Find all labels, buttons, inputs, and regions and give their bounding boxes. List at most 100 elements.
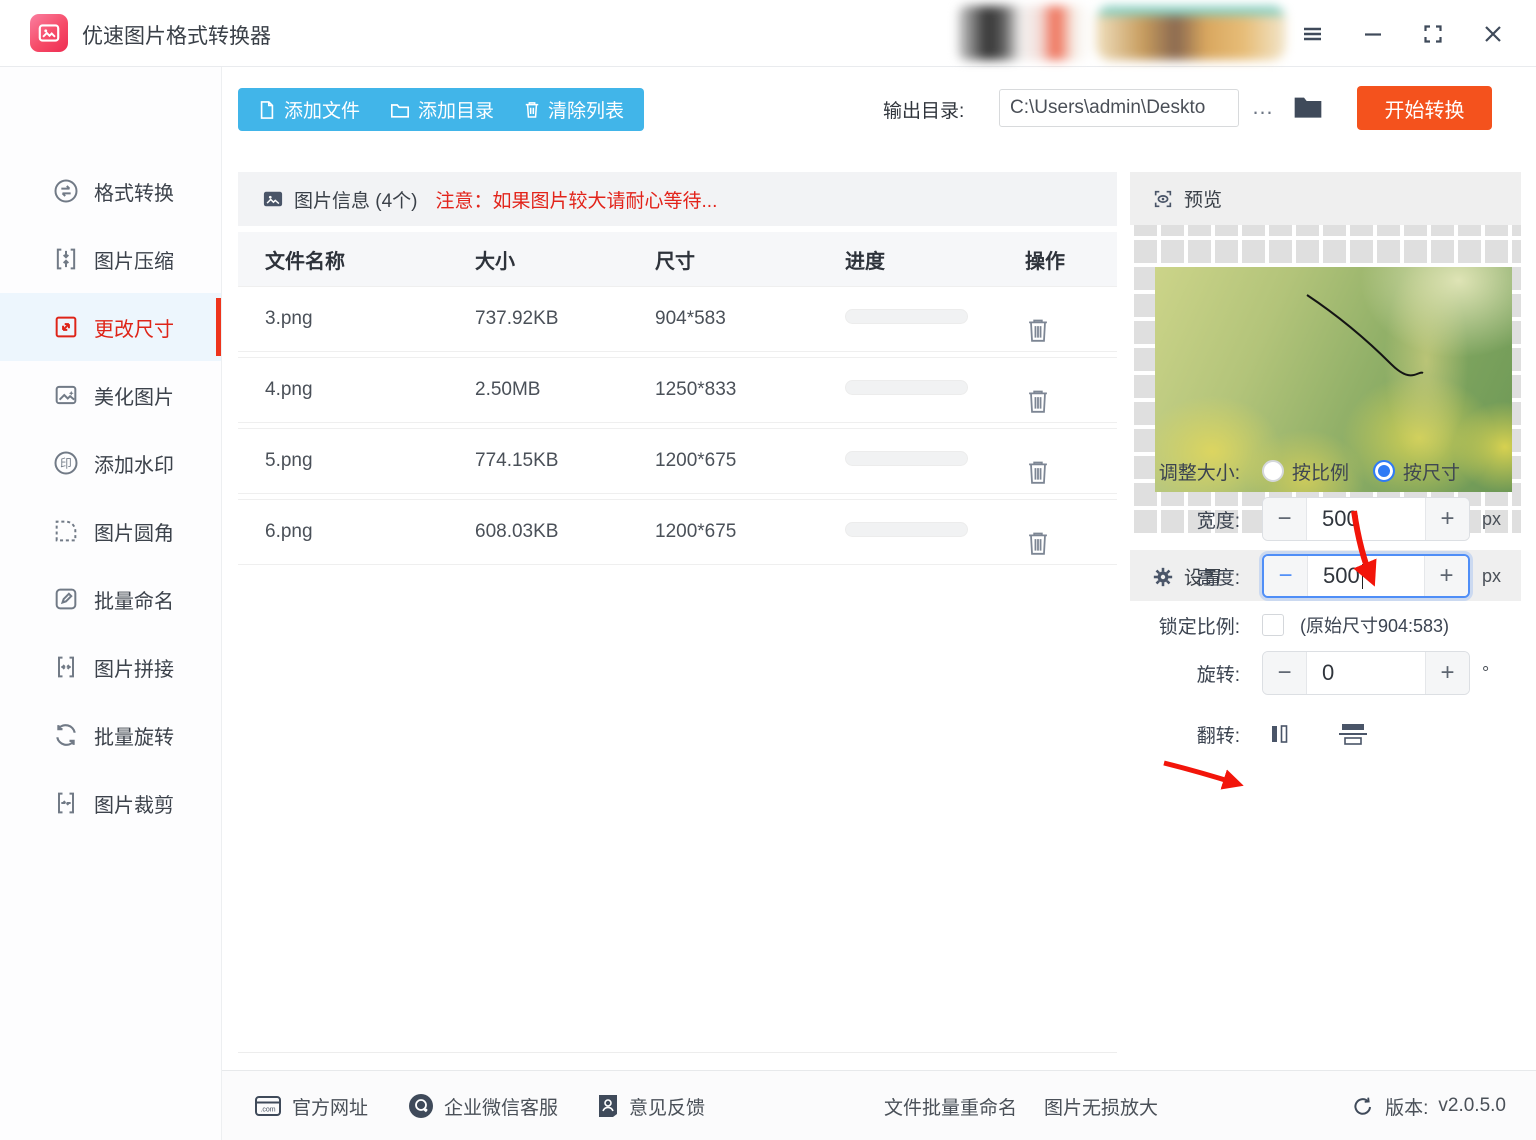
height-input[interactable]: 500: [1308, 556, 1424, 596]
sidebar: 格式转换 图片压缩 更改尺寸 美化图片 印 添加水印: [0, 67, 222, 1140]
preview-icon: [1152, 188, 1174, 210]
col-size: 大小: [475, 245, 655, 274]
radio-by-ratio-label[interactable]: 按比例: [1292, 458, 1349, 485]
height-increment-button[interactable]: +: [1424, 556, 1468, 596]
width-input[interactable]: 500: [1307, 498, 1425, 540]
add-directory-icon: [390, 101, 410, 119]
sidebar-item-batch-rotate[interactable]: 批量旋转: [0, 701, 221, 769]
sidebar-item-resize[interactable]: 更改尺寸: [0, 293, 221, 361]
batch-rotate-icon: [52, 721, 80, 749]
lossless-upscale-link[interactable]: 图片无损放大: [1044, 1071, 1158, 1140]
rotate-unit: °: [1482, 663, 1489, 684]
file-dimensions: 1200*675: [655, 450, 845, 472]
official-site-link[interactable]: .com 官方网址: [254, 1071, 368, 1140]
sidebar-item-rounded-corner[interactable]: 图片圆角: [0, 497, 221, 565]
check-update-icon[interactable]: [1351, 1094, 1375, 1118]
output-dir-input[interactable]: [999, 89, 1239, 127]
version-value: v2.0.5.0: [1438, 1095, 1506, 1117]
file-dimensions: 904*583: [655, 308, 845, 330]
radio-by-size-label[interactable]: 按尺寸: [1403, 458, 1460, 485]
width-increment-button[interactable]: +: [1425, 498, 1469, 540]
wechat-support-icon: [408, 1093, 434, 1119]
clear-list-button[interactable]: 清除列表: [524, 96, 624, 123]
file-actions-toolbar: 添加文件 添加目录 清除列表: [238, 88, 644, 131]
close-icon[interactable]: [1476, 18, 1510, 50]
file-name: 6.png: [265, 521, 475, 543]
flip-label: 翻转:: [1130, 721, 1240, 748]
wechat-support-link[interactable]: 企业微信客服: [408, 1071, 558, 1140]
footer-bar: .com 官方网址 企业微信客服 意见反馈 文件批量重命名 图片无损放大 版: [222, 1070, 1536, 1140]
sidebar-item-label: 图片裁剪: [94, 789, 174, 818]
lock-ratio-checkbox[interactable]: [1262, 614, 1284, 636]
flip-vertical-icon[interactable]: [1336, 719, 1370, 749]
open-folder-icon[interactable]: [1292, 92, 1324, 122]
width-row: 宽度: − 500 + px: [1130, 497, 1501, 541]
start-convert-button[interactable]: 开始转换: [1357, 86, 1492, 130]
table-notice: 注意：如果图片较大请耐心等待...: [436, 186, 718, 213]
file-table: 图片信息 (4个) 注意：如果图片较大请耐心等待... 文件名称 大小 尺寸 进…: [238, 172, 1117, 1053]
clear-list-icon: [524, 100, 540, 119]
svg-text:.com: .com: [260, 1107, 275, 1114]
feedback-link[interactable]: 意见反馈: [597, 1071, 705, 1140]
sidebar-item-merge[interactable]: 图片拼接: [0, 633, 221, 701]
image-info-icon: [262, 189, 284, 209]
sidebar-item-beautify[interactable]: 美化图片: [0, 361, 221, 429]
width-stepper: − 500 +: [1262, 497, 1470, 541]
clear-list-label: 清除列表: [548, 96, 624, 123]
maximize-icon[interactable]: [1416, 18, 1450, 50]
rotate-stepper: − 0 +: [1262, 651, 1470, 695]
version-info: 版本: v2.0.5.0: [1351, 1071, 1506, 1140]
rotate-increment-button[interactable]: +: [1425, 652, 1469, 694]
sidebar-item-label: 格式转换: [94, 177, 174, 206]
flip-horizontal-icon[interactable]: [1264, 719, 1294, 749]
minimize-icon[interactable]: [1356, 18, 1390, 50]
progress-bar: [845, 451, 968, 466]
delete-row-icon[interactable]: [1025, 529, 1117, 557]
transparency-checkerboard: [1130, 225, 1521, 537]
height-decrement-button[interactable]: −: [1264, 556, 1308, 596]
width-decrement-button[interactable]: −: [1263, 498, 1307, 540]
rotate-row: 旋转: − 0 + °: [1130, 651, 1489, 695]
title-bar: 优速图片格式转换器: [0, 0, 1536, 67]
file-size: 774.15KB: [475, 450, 655, 472]
lock-ratio-label: 锁定比例:: [1130, 612, 1240, 639]
rotate-input[interactable]: 0: [1307, 652, 1425, 694]
sidebar-item-format-convert[interactable]: 格式转换: [0, 157, 221, 225]
version-label: 版本:: [1385, 1093, 1428, 1120]
crop-icon: [52, 789, 80, 817]
app-logo-icon: [30, 14, 68, 52]
sidebar-item-label: 图片压缩: [94, 245, 174, 274]
height-stepper: − 500 +: [1262, 554, 1470, 598]
sidebar-item-label: 批量命名: [94, 585, 174, 614]
sidebar-item-batch-rename[interactable]: 批量命名: [0, 565, 221, 633]
delete-row-icon[interactable]: [1025, 458, 1117, 486]
rotate-decrement-button[interactable]: −: [1263, 652, 1307, 694]
merge-icon: [52, 653, 80, 681]
progress-bar: [845, 309, 968, 324]
text-cursor: [1362, 564, 1364, 589]
rename-icon: [52, 585, 80, 613]
delete-row-icon[interactable]: [1025, 316, 1117, 344]
add-file-button[interactable]: 添加文件: [258, 96, 360, 123]
radio-by-ratio[interactable]: [1262, 460, 1284, 482]
sidebar-item-label: 图片拼接: [94, 653, 174, 682]
resize-icon: [52, 313, 80, 341]
sidebar-item-watermark[interactable]: 印 添加水印: [0, 429, 221, 497]
add-directory-button[interactable]: 添加目录: [390, 96, 494, 123]
sidebar-item-label: 美化图片: [94, 381, 174, 410]
browse-more-button[interactable]: …: [1248, 92, 1278, 122]
batch-rename-link[interactable]: 文件批量重命名: [884, 1071, 1017, 1140]
sidebar-item-compress[interactable]: 图片压缩: [0, 225, 221, 293]
sidebar-item-crop[interactable]: 图片裁剪: [0, 769, 221, 837]
original-size-hint: (原始尺寸904:583): [1300, 612, 1449, 638]
col-actions: 操作: [1025, 245, 1117, 274]
add-directory-label: 添加目录: [418, 96, 494, 123]
file-dimensions: 1250*833: [655, 379, 845, 401]
sidebar-item-label: 批量旋转: [94, 721, 174, 750]
output-dir-label: 输出目录:: [883, 96, 964, 123]
compress-icon: [52, 245, 80, 273]
menu-icon[interactable]: [1295, 18, 1329, 50]
radio-by-size[interactable]: [1373, 460, 1395, 482]
progress-bar: [845, 522, 968, 537]
delete-row-icon[interactable]: [1025, 387, 1117, 415]
